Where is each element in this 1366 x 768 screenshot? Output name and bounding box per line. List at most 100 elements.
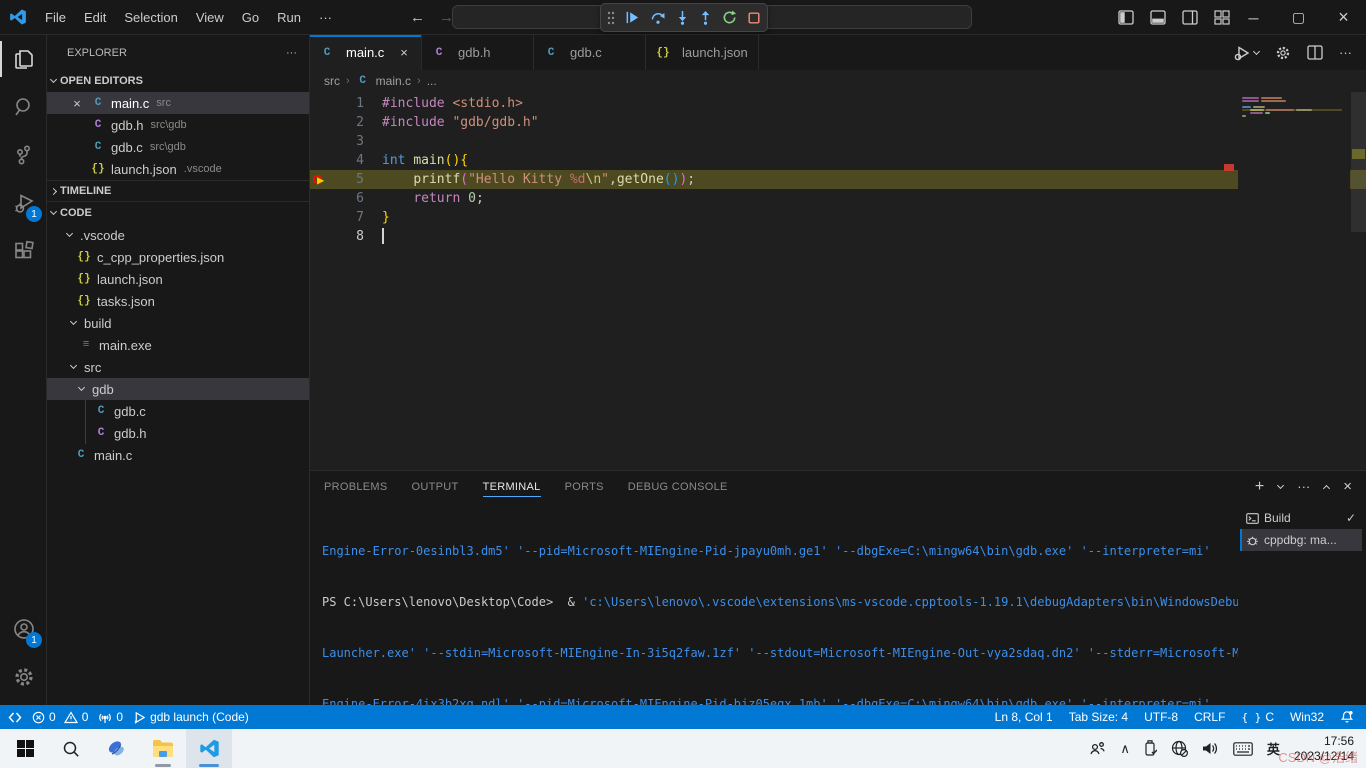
code-line[interactable]: 7} <box>310 208 1366 227</box>
tab-debug-console[interactable]: DEBUG CONSOLE <box>628 471 728 502</box>
code-line-cursor[interactable]: 8 <box>310 227 1366 246</box>
terminal-item-build[interactable]: Build ✓ <box>1240 507 1362 529</box>
tree-file-launch-json[interactable]: {} launch.json <box>47 268 309 290</box>
problems-status[interactable]: 0 0 <box>32 710 88 724</box>
editor-scrollbar[interactable] <box>1351 92 1366 470</box>
minimize-icon[interactable]: ─ <box>1231 0 1276 35</box>
notifications-bell-icon[interactable] <box>1340 710 1354 724</box>
drag-grip-icon[interactable] <box>607 11 615 25</box>
tree-file-main-exe[interactable]: ≡ main.exe <box>47 334 309 356</box>
menu-file[interactable]: File <box>37 6 74 29</box>
run-debug-activity-icon[interactable]: 1 <box>0 179 47 227</box>
eol-status[interactable]: CRLF <box>1194 710 1225 724</box>
cursor-position-status[interactable]: Ln 8, Col 1 <box>995 710 1053 724</box>
step-over-icon[interactable] <box>650 10 666 25</box>
ime-indicator[interactable]: 英 <box>1267 739 1280 758</box>
accounts-icon[interactable]: 1 <box>0 605 47 653</box>
taskbar-clock[interactable]: 17:56 2023/12/14 <box>1294 734 1354 764</box>
back-icon[interactable]: ← <box>410 9 425 26</box>
toggle-panel-icon[interactable] <box>1150 10 1166 25</box>
toggle-secondary-sidebar-icon[interactable] <box>1182 10 1198 25</box>
customize-layout-icon[interactable] <box>1214 10 1230 25</box>
run-debug-file-button[interactable] <box>1234 45 1259 61</box>
tree-file-c-cpp-properties[interactable]: {} c_cpp_properties.json <box>47 246 309 268</box>
terminal-output[interactable]: Engine-Error-0esinbl3.dm5' '--pid=Micros… <box>322 509 1238 705</box>
step-into-icon[interactable] <box>676 10 689 25</box>
open-editor-main-c[interactable]: × C main.c src <box>47 92 309 114</box>
close-editor-icon[interactable]: × <box>69 96 85 111</box>
code-line-breakpoint-hit[interactable]: ▶ 5 printf("Hello Kitty %d\n",getOne()); <box>310 170 1366 189</box>
editor-more-actions-icon[interactable]: ··· <box>1339 45 1352 60</box>
maximize-icon[interactable]: ▢ <box>1276 0 1321 35</box>
platform-status[interactable]: Win32 <box>1290 710 1324 724</box>
tab-output[interactable]: OUTPUT <box>412 471 459 502</box>
code-line[interactable]: 3 <box>310 132 1366 151</box>
taskbar-app-icon[interactable] <box>94 729 140 768</box>
code-line[interactable]: 1#include <stdio.h> <box>310 94 1366 113</box>
explorer-more-icon[interactable]: ··· <box>286 47 297 59</box>
step-out-icon[interactable] <box>699 10 712 25</box>
open-editor-gdb-h[interactable]: C gdb.h src\gdb <box>47 114 309 136</box>
close-panel-icon[interactable]: × <box>1343 478 1352 495</box>
continue-icon[interactable] <box>625 10 640 25</box>
terminal-dropdown-icon[interactable] <box>1277 481 1284 488</box>
tree-folder-build[interactable]: build <box>47 312 309 334</box>
new-terminal-icon[interactable]: + <box>1255 478 1264 496</box>
close-tab-icon[interactable]: × <box>400 45 408 60</box>
start-button[interactable] <box>2 729 48 768</box>
language-mode-status[interactable]: { } C <box>1241 710 1274 724</box>
settings-gear-icon[interactable] <box>0 653 47 701</box>
people-tray-icon[interactable] <box>1089 741 1106 756</box>
taskbar-file-explorer-icon[interactable] <box>140 729 186 768</box>
editor-gear-icon[interactable] <box>1275 45 1291 61</box>
tab-ports[interactable]: PORTS <box>565 471 604 502</box>
panel-more-icon[interactable]: ··· <box>1297 479 1310 494</box>
source-control-activity-icon[interactable] <box>0 131 47 179</box>
taskbar-search-icon[interactable] <box>48 729 94 768</box>
tree-folder-src[interactable]: src <box>47 356 309 378</box>
open-editor-launch-json[interactable]: {} launch.json .vscode <box>47 158 309 180</box>
menu-go[interactable]: Go <box>234 6 267 29</box>
encoding-status[interactable]: UTF-8 <box>1144 710 1178 724</box>
tab-gdb-h[interactable]: C gdb.h <box>422 35 534 70</box>
toggle-sidebar-icon[interactable] <box>1118 10 1134 25</box>
tree-file-main-c[interactable]: C main.c <box>47 444 309 466</box>
minimap[interactable] <box>1238 92 1350 470</box>
remote-indicator-icon[interactable] <box>8 711 22 724</box>
close-icon[interactable]: × <box>1321 0 1366 35</box>
code-line[interactable]: 4int main(){ <box>310 151 1366 170</box>
tab-main-c[interactable]: C main.c × <box>310 35 422 70</box>
tree-folder-vscode[interactable]: .vscode <box>47 224 309 246</box>
maximize-panel-icon[interactable] <box>1323 484 1330 491</box>
network-globe-tray-icon[interactable] <box>1171 740 1188 757</box>
extensions-activity-icon[interactable] <box>0 227 47 275</box>
tab-size-status[interactable]: Tab Size: 4 <box>1069 710 1128 724</box>
code-workspace-header[interactable]: CODE <box>47 202 309 224</box>
show-hidden-icons[interactable]: ∧ <box>1120 741 1130 757</box>
tree-file-gdb-h[interactable]: C gdb.h <box>47 422 309 444</box>
touch-keyboard-tray-icon[interactable] <box>1233 742 1253 756</box>
code-editor[interactable]: 1#include <stdio.h> 2#include "gdb/gdb.h… <box>310 92 1366 470</box>
menu-view[interactable]: View <box>188 6 232 29</box>
code-line[interactable]: 2#include "gdb/gdb.h" <box>310 113 1366 132</box>
code-line[interactable]: 6 return 0; <box>310 189 1366 208</box>
taskbar-vscode-icon[interactable] <box>186 729 232 768</box>
tree-file-gdb-c[interactable]: C gdb.c <box>47 400 309 422</box>
restart-icon[interactable] <box>722 10 737 25</box>
volume-tray-icon[interactable] <box>1202 741 1219 756</box>
menu-selection[interactable]: Selection <box>116 6 185 29</box>
tree-folder-gdb[interactable]: gdb <box>47 378 309 400</box>
search-activity-icon[interactable] <box>0 83 47 131</box>
breadcrumb[interactable]: src › C main.c › ... <box>310 70 1366 92</box>
tab-gdb-c[interactable]: C gdb.c <box>534 35 646 70</box>
tab-problems[interactable]: PROBLEMS <box>324 471 388 502</box>
tree-file-tasks-json[interactable]: {} tasks.json <box>47 290 309 312</box>
open-editor-gdb-c[interactable]: C gdb.c src\gdb <box>47 136 309 158</box>
menu-edit[interactable]: Edit <box>76 6 114 29</box>
ports-status[interactable]: 0 <box>98 710 123 724</box>
breakpoint-current-line-icon[interactable]: ▶ <box>313 174 325 186</box>
usb-device-tray-icon[interactable] <box>1144 740 1157 757</box>
menu-overflow-icon[interactable]: ··· <box>311 6 340 29</box>
open-editors-header[interactable]: OPEN EDITORS <box>47 70 309 92</box>
timeline-header[interactable]: TIMELINE <box>47 180 309 202</box>
